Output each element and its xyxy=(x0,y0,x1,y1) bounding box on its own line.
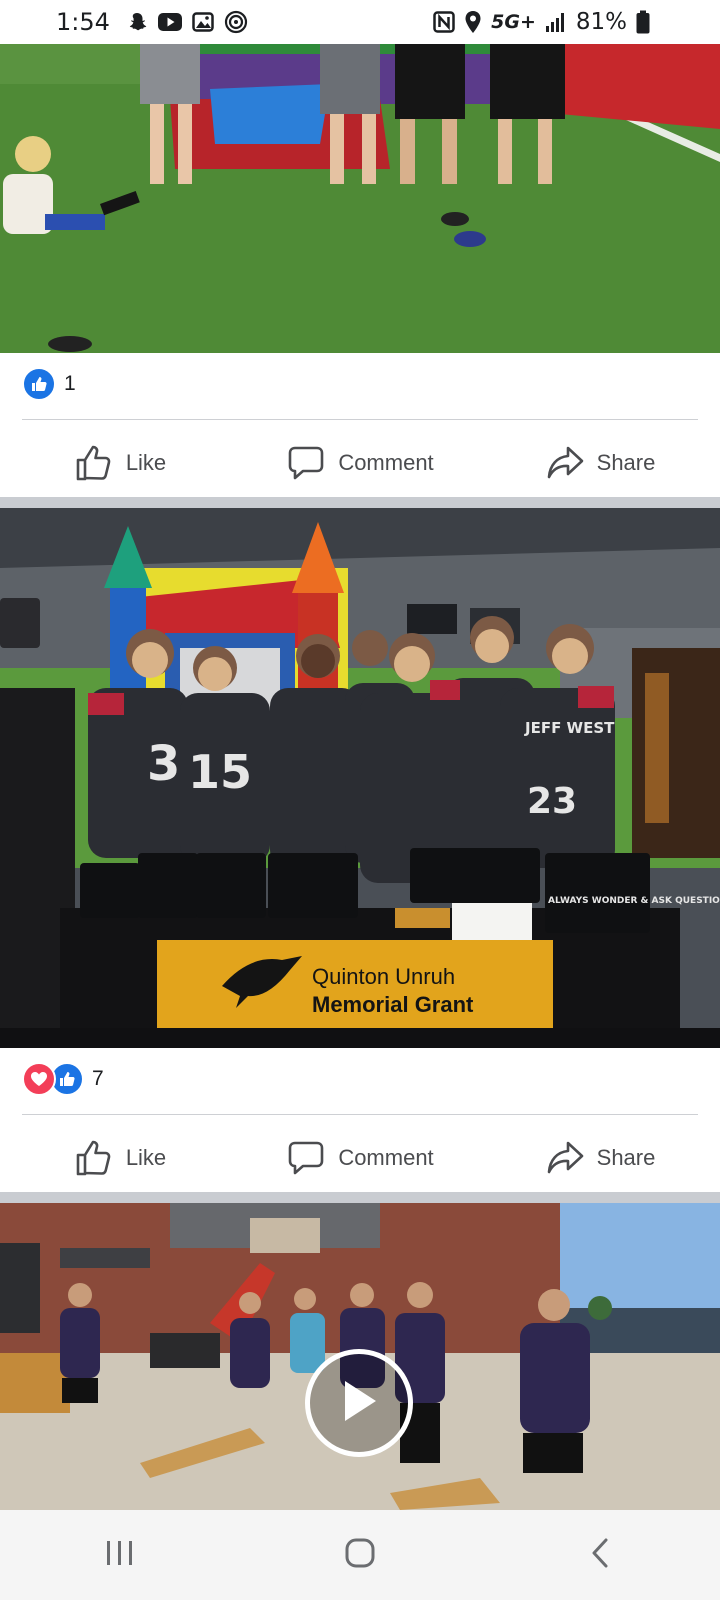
gallery-icon xyxy=(192,12,214,32)
system-nav-bar xyxy=(0,1510,720,1600)
like-reaction-icon xyxy=(22,367,56,401)
reaction-count: 1 xyxy=(64,372,76,395)
clock: 1:54 xyxy=(56,8,110,36)
status-bar: 1:54 5G+ 81% xyxy=(0,0,720,44)
snapchat-icon xyxy=(126,11,148,33)
nfc-ring-icon xyxy=(224,10,248,34)
jersey-wordmark: JEFF WEST xyxy=(524,719,615,737)
like-icon xyxy=(74,1138,114,1178)
location-icon xyxy=(464,10,482,34)
youtube-icon xyxy=(157,13,182,31)
back-icon xyxy=(590,1537,610,1574)
share-icon xyxy=(545,443,585,483)
share-button[interactable]: Share xyxy=(480,1115,720,1201)
post-footer-1: 1 Like Comment Share xyxy=(0,353,720,497)
post-photo-1[interactable] xyxy=(0,44,720,353)
jersey-number-15: 15 xyxy=(188,745,252,799)
post-footer-2: 7 Like Comment Share xyxy=(0,1048,720,1192)
share-button[interactable]: Share xyxy=(480,420,720,506)
home-button[interactable] xyxy=(300,1520,420,1590)
like-button[interactable]: Like xyxy=(0,420,240,506)
battery-icon xyxy=(636,10,650,34)
like-label: Like xyxy=(125,450,167,475)
comment-button[interactable]: Comment xyxy=(240,420,480,506)
jersey-number-23: 23 xyxy=(527,781,577,822)
post-photo-2[interactable]: 3 15 23 JEFF WEST ALWAYS WONDER & ASK QU… xyxy=(0,508,720,1048)
comment-icon xyxy=(286,443,326,483)
battery-percent: 81% xyxy=(575,9,627,35)
back-button[interactable] xyxy=(540,1520,660,1590)
shirt-slogan: ALWAYS WONDER & ASK QUESTIONS xyxy=(548,896,720,906)
banner-line-2: Memorial Grant xyxy=(312,992,474,1017)
comment-button[interactable]: Comment xyxy=(240,1115,480,1201)
banner-line-1: Quinton Unruh xyxy=(312,964,455,989)
play-icon xyxy=(339,1378,379,1429)
signal-icon xyxy=(545,11,567,33)
recents-icon xyxy=(105,1539,135,1572)
jersey-number-3: 3 xyxy=(147,736,180,792)
play-button[interactable] xyxy=(305,1349,413,1457)
reaction-summary[interactable]: 7 xyxy=(22,1062,104,1096)
like-button[interactable]: Like xyxy=(0,1115,240,1201)
like-label: Like xyxy=(125,1145,167,1170)
post-actions: Like Comment Share xyxy=(0,1115,720,1201)
share-icon xyxy=(545,1138,585,1178)
share-label: Share xyxy=(596,450,656,475)
like-icon xyxy=(74,443,114,483)
love-reaction-icon xyxy=(22,1062,56,1096)
reaction-summary[interactable]: 1 xyxy=(22,367,76,401)
network-type: 5G+ xyxy=(491,11,536,33)
home-icon xyxy=(344,1537,376,1574)
reaction-count: 7 xyxy=(92,1067,104,1090)
share-label: Share xyxy=(596,1145,656,1170)
comment-icon xyxy=(286,1138,326,1178)
comment-label: Comment xyxy=(338,1145,434,1170)
nfc-icon xyxy=(433,11,455,33)
post-actions: Like Comment Share xyxy=(0,420,720,506)
recents-button[interactable] xyxy=(60,1520,180,1590)
comment-label: Comment xyxy=(338,450,434,475)
